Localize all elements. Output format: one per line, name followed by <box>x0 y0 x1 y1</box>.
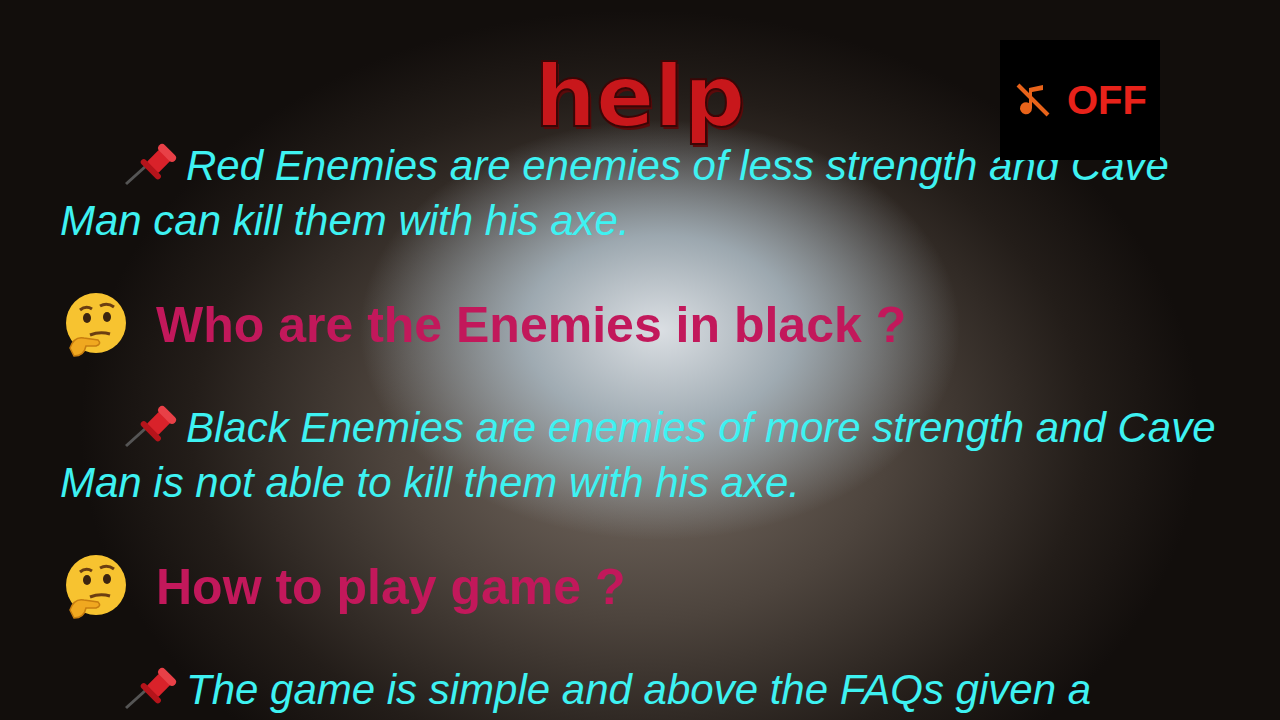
faq-question: Who are the Enemies in black ? <box>60 290 1220 360</box>
music-off-icon <box>1013 80 1053 120</box>
question-text: How to play game ? <box>156 552 626 622</box>
pushpin-icon <box>120 666 186 710</box>
answer-text: The game is simple and above the FAQs gi… <box>186 666 1091 713</box>
answer-text: Black Enemies are enemies of more streng… <box>60 404 1216 506</box>
faq-question: How to play game ? <box>60 552 1220 622</box>
pushpin-icon <box>120 404 186 448</box>
thinking-face-icon <box>60 552 130 622</box>
thinking-face-icon <box>60 290 130 360</box>
faq-answer: The game is simple and above the FAQs gi… <box>60 662 1220 717</box>
music-toggle[interactable]: OFF <box>1000 40 1160 160</box>
faq-answer: Black Enemies are enemies of more streng… <box>60 400 1220 510</box>
pushpin-icon <box>120 142 186 186</box>
question-text: Who are the Enemies in black ? <box>156 290 906 360</box>
music-label[interactable]: OFF <box>1067 78 1147 123</box>
